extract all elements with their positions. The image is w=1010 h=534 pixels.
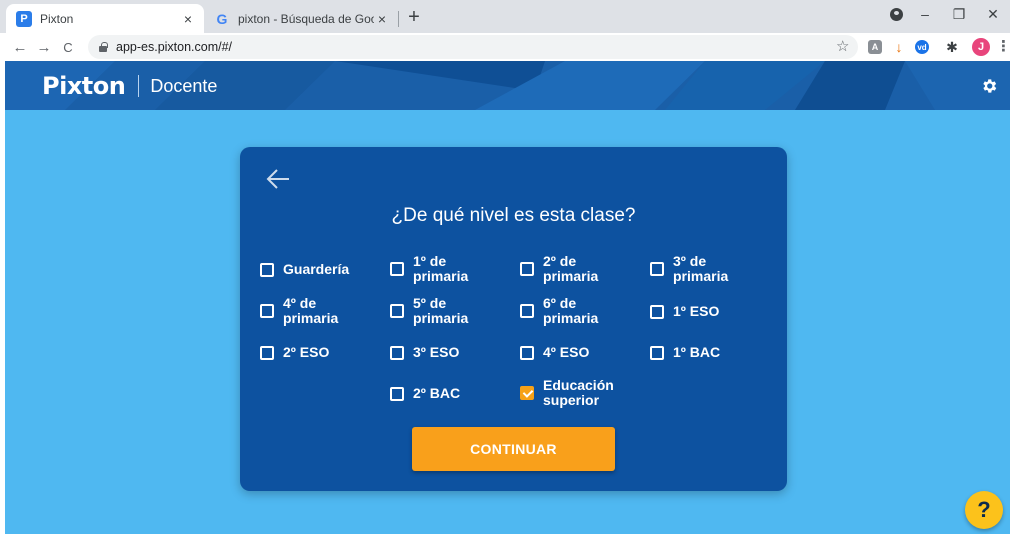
option-label: 1º de primaria (413, 253, 469, 284)
browser-toolbar: ← → C app-es.pixton.com/#/ ☆ A ↓ vd ✱ J … (0, 33, 1010, 61)
google-favicon-icon: G (216, 10, 228, 27)
option-2-bac[interactable]: 2º BAC (390, 386, 460, 401)
checkbox[interactable] (520, 345, 534, 360)
checkbox[interactable] (260, 345, 274, 360)
pdf-extension-icon[interactable]: A (868, 40, 882, 54)
checkbox[interactable] (650, 304, 664, 319)
close-window-button[interactable]: ✕ (976, 6, 1010, 23)
avatar[interactable]: J (972, 38, 990, 56)
option-label: 4º de primaria (283, 295, 339, 326)
option-6-primaria[interactable]: 6º de primaria (520, 296, 598, 326)
option-3-primaria[interactable]: 3º de primaria (650, 254, 728, 284)
vd-extension-icon[interactable]: vd (915, 40, 929, 54)
option-1-bac[interactable]: 1º BAC (650, 345, 720, 360)
profile-icon[interactable] (890, 8, 903, 21)
checkbox[interactable] (260, 304, 274, 318)
browser-menu-icon[interactable]: ⋮ (996, 37, 1010, 55)
download-extension-icon[interactable]: ↓ (892, 39, 906, 55)
option-5-primaria[interactable]: 5º de primaria (390, 296, 468, 326)
tab-pixton[interactable]: P Pixton × (6, 4, 204, 33)
option-label: 3º ESO (413, 344, 460, 360)
tab-close-icon[interactable]: × (374, 11, 390, 27)
role-label: Docente (150, 75, 218, 96)
app-header: Pixton Docente (5, 61, 1010, 110)
reload-button[interactable]: C (56, 40, 80, 55)
option-1-eso[interactable]: 1º ESO (650, 304, 719, 319)
page-content: Pixton Docente ¿De qué nivel es esta cla… (5, 61, 1010, 534)
checkbox[interactable] (390, 345, 404, 360)
back-nav-button[interactable]: ← (8, 39, 32, 56)
option-label: 1º BAC (673, 344, 721, 360)
option-2-eso[interactable]: 2º ESO (260, 345, 329, 360)
option-label: 6º de primaria (543, 295, 599, 326)
option-label: Guardería (283, 261, 350, 277)
option-label: 1º ESO (673, 303, 720, 319)
brand-divider (138, 75, 140, 97)
tab-close-icon[interactable]: × (180, 11, 196, 27)
option-2-primaria[interactable]: 2º de primaria (520, 254, 598, 284)
option-label: 3º de primaria (673, 253, 729, 284)
arrow-left-icon[interactable] (265, 167, 291, 191)
lock-icon (98, 42, 108, 52)
option-3-eso[interactable]: 3º ESO (390, 345, 459, 360)
restore-button[interactable]: ❐ (942, 6, 976, 23)
checkbox[interactable] (390, 262, 404, 276)
option-1-primaria[interactable]: 1º de primaria (390, 254, 468, 284)
new-tab-button[interactable]: + (402, 6, 426, 30)
option-label: 4º ESO (543, 344, 590, 360)
option-label: 2º ESO (283, 344, 330, 360)
continue-button[interactable]: CONTINUAR (412, 427, 615, 471)
tab-title: Pixton (40, 11, 74, 26)
tab-separator (398, 11, 399, 27)
checkbox-checked[interactable] (520, 386, 534, 400)
option-label: 2º de primaria (543, 253, 599, 284)
checkbox[interactable] (390, 304, 404, 318)
checkbox[interactable] (520, 304, 534, 318)
tab-title: pixton - Búsqueda de Google (238, 11, 374, 26)
level-dialog: ¿De qué nivel es esta clase? Guardería 1… (240, 147, 787, 491)
pixton-logo[interactable]: Pixton (42, 72, 126, 100)
address-bar[interactable]: app-es.pixton.com/#/ (88, 35, 858, 59)
option-4-primaria[interactable]: 4º de primaria (260, 296, 338, 326)
option-educacion-superior[interactable]: Educación superior (520, 378, 614, 408)
brand: Pixton Docente (42, 72, 217, 100)
bookmark-star-icon[interactable]: ☆ (836, 37, 849, 55)
checkbox[interactable] (390, 386, 404, 401)
pixton-favicon-icon: P (16, 10, 32, 27)
help-button[interactable]: ? (965, 491, 1003, 529)
option-label: 5º de primaria (413, 295, 469, 326)
option-label: Educación superior (543, 377, 614, 408)
checkbox[interactable] (260, 262, 274, 277)
checkbox[interactable] (650, 345, 664, 360)
forward-nav-button[interactable]: → (32, 39, 56, 56)
checkbox[interactable] (520, 262, 534, 276)
browser-tab-bar: P Pixton × G pixton - Búsqueda de Google… (0, 0, 1010, 33)
gear-icon[interactable] (980, 77, 998, 95)
checkbox[interactable] (650, 262, 664, 276)
url-text: app-es.pixton.com/#/ (116, 40, 233, 54)
tab-google-search[interactable]: G pixton - Búsqueda de Google × (206, 4, 398, 33)
dialog-question: ¿De qué nivel es esta clase? (391, 205, 636, 226)
option-guarderia[interactable]: Guardería (260, 262, 349, 277)
puzzle-extension-icon[interactable]: ✱ (945, 39, 959, 55)
option-4-eso[interactable]: 4º ESO (520, 345, 589, 360)
minimize-button[interactable]: – (908, 6, 942, 22)
window-controls: – ❐ ✕ (908, 0, 1010, 28)
option-label: 2º BAC (413, 385, 461, 401)
